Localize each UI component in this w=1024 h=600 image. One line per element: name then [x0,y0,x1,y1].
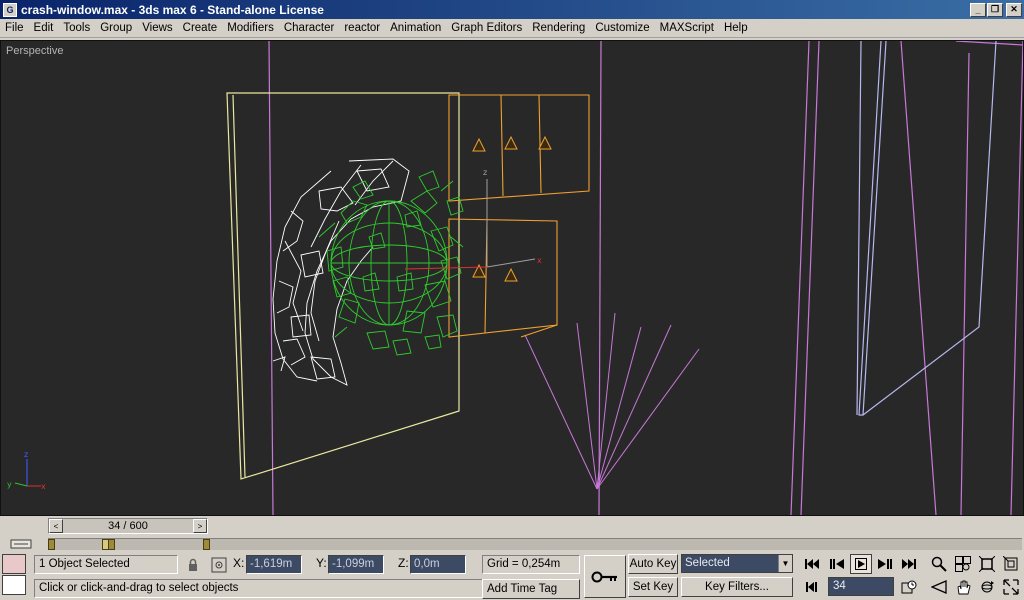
menu-reactor[interactable]: reactor [339,19,385,38]
zoom-extents-all-icon[interactable] [1000,554,1022,574]
pan-hand-icon[interactable] [952,577,974,597]
menu-tools[interactable]: Tools [58,19,95,38]
debris-particles [318,170,464,356]
key-marker[interactable] [108,539,115,550]
y-coord-label: Y: [316,556,327,570]
menu-views[interactable]: Views [137,19,177,38]
time-slider-bar: < 34 / 600 > [0,516,1024,536]
minimize-button[interactable]: _ [970,2,986,17]
menu-character[interactable]: Character [279,19,340,38]
window-title: crash-window.max - 3ds max 6 - Stand-alo… [21,2,324,17]
key-marker[interactable] [48,539,55,550]
menu-rendering[interactable]: Rendering [527,19,590,38]
trackbar-ruler[interactable] [48,538,1022,550]
arc-rotate-icon[interactable] [976,577,998,597]
time-slider-next-button[interactable]: > [193,519,207,533]
maximize-viewport-icon[interactable] [1000,577,1022,597]
spotlight-cone [524,312,700,490]
x-coord-label: X: [233,556,245,570]
fragment-boxes [448,94,590,338]
menu-edit[interactable]: Edit [29,19,59,38]
svg-text:z: z [483,168,487,177]
go-to-end-icon[interactable] [898,554,920,574]
key-icon [591,571,617,582]
grid-size: Grid = 0,254m [482,555,580,574]
perspective-viewport[interactable]: z x z x y Perspective [0,40,1024,516]
axis-x-label: x [41,482,46,491]
key-marker[interactable] [203,539,210,550]
object-color-swatch[interactable] [2,554,26,574]
auto-key-button[interactable]: Auto Key [628,554,678,574]
time-slider[interactable]: < 34 / 600 > [48,518,208,534]
menu-maxscript[interactable]: MAXScript [655,19,719,38]
viewport-scene[interactable]: z x z x y [1,41,1023,515]
app-window: G crash-window.max - 3ds max 6 - Stand-a… [0,0,1024,600]
next-frame-icon[interactable] [874,554,896,574]
play-icon[interactable] [850,554,872,574]
lock-selection-icon[interactable] [182,555,204,575]
menu-animation[interactable]: Animation [385,19,446,38]
absolute-mode-icon[interactable] [208,555,230,575]
x-coord-field[interactable]: -1,619m [246,555,302,574]
y-coord-field[interactable]: -1,099m [328,555,384,574]
trackbar [0,536,1024,552]
time-slider-value[interactable]: 34 / 600 [63,519,193,533]
menu-customize[interactable]: Customize [590,19,654,38]
menu-create[interactable]: Create [178,19,223,38]
menu-help[interactable]: Help [719,19,753,38]
selection-set-value: Selected [685,557,730,569]
time-slider-prev-button[interactable]: < [49,519,63,533]
viewport-label[interactable]: Perspective [6,45,63,57]
secondary-color-swatch[interactable] [2,575,26,595]
zoom-all-icon[interactable] [952,554,974,574]
zoom-extents-icon[interactable] [976,554,998,574]
selection-count: 1 Object Selected [34,555,178,574]
title-bar[interactable]: G crash-window.max - 3ds max 6 - Stand-a… [0,0,1024,19]
menu-group[interactable]: Group [95,19,137,38]
current-frame-field[interactable]: 34 [828,577,894,596]
wall-wireframes [268,41,1023,515]
z-coord-label: Z: [398,556,409,570]
selection-set-dropdown[interactable]: Selected ▼ [681,554,793,573]
svg-text:x: x [537,256,542,265]
glass-pane [226,92,460,480]
go-to-start-icon[interactable] [801,554,823,574]
zoom-icon[interactable] [928,554,950,574]
set-key-button[interactable]: Set Key [628,577,678,597]
menu-graph-editors[interactable]: Graph Editors [446,19,527,38]
restore-button[interactable]: ❐ [987,2,1003,17]
axis-tripod: z x y [7,450,46,491]
set-key-mode-button[interactable] [584,555,626,598]
close-button[interactable]: ✕ [1006,2,1022,17]
menu-modifiers[interactable]: Modifiers [222,19,279,38]
previous-frame-icon[interactable] [826,554,848,574]
chevron-down-icon[interactable]: ▼ [778,555,792,572]
trackbar-toggle-icon[interactable] [10,538,32,550]
key-filters-button[interactable]: Key Filters... [681,577,793,597]
key-mode-toggle-icon[interactable] [801,577,823,597]
field-of-view-icon[interactable] [928,577,950,597]
menu-bar: File Edit Tools Group Views Create Modif… [0,19,1024,38]
axis-y-label: y [7,480,12,489]
transform-gizmo: z x [404,168,542,270]
time-configuration-icon[interactable] [898,577,920,597]
add-time-tag-button[interactable]: Add Time Tag [482,579,580,599]
window-frame-wireframe [856,41,997,416]
menu-file[interactable]: File [0,19,29,38]
z-coord-field[interactable]: 0,0m [410,555,466,574]
axis-z-label: z [24,450,28,459]
app-icon[interactable]: G [3,2,17,17]
window-controls: _ ❐ ✕ [969,2,1022,17]
